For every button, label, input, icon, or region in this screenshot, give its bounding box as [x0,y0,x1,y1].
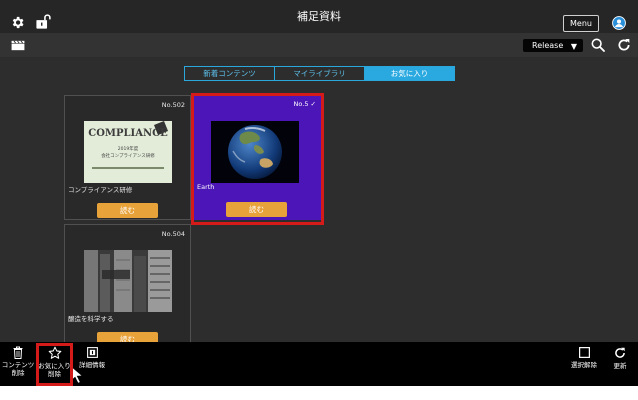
thumb-line-2: 会社コンプライアンス研修 [101,154,155,159]
top-bar: 補足資料 Menu [0,0,638,33]
deselect-label: 選択解除 [571,361,597,369]
clapperboard-icon[interactable] [11,40,25,51]
tab-new-contents[interactable]: 新着コンテンツ [185,67,275,80]
earth-image [211,121,299,183]
delete-content-button[interactable]: コンテンツ削除 [1,346,35,377]
remove-favorite-button[interactable]: お気に入り削除 [37,346,72,378]
read-button[interactable]: 読む [226,202,287,217]
star-icon [48,346,61,359]
bottom-toolbar: コンテンツ削除 お気に入り削除 詳細情報 選択解除 更新 [0,342,638,386]
tab-my-library[interactable]: マイライブラリ [275,67,365,80]
sub-bar: Release ▼ [0,33,638,57]
card-number: No.5 ✓ [293,100,316,108]
release-select[interactable]: Release ▼ [523,39,583,52]
deselect-button[interactable]: 選択解除 [566,346,602,369]
info-book-icon [86,347,98,358]
card-thumbnail-earth [211,121,299,183]
refresh-icon [615,347,625,358]
card-number: No.504 [161,230,185,238]
content-card-504[interactable]: No.504 醸造を科学する 読む [64,224,191,342]
search-icon[interactable] [590,37,606,53]
card-thumbnail-compliance: COMPLIANCE 2019年度 会社コンプライアンス研修 [84,121,172,183]
trash-icon [13,346,23,359]
brewing-cover-image [84,250,172,312]
card-caption: Earth [197,183,215,191]
content-card-5[interactable]: No.5 ✓ Earth 読む [194,95,321,220]
release-select-value: Release [532,41,564,50]
card-number: No.502 [161,101,185,109]
page-title: 補足資料 [297,10,341,23]
content-card-502[interactable]: No.502 COMPLIANCE 2019年度 会社コンプライアンス研修 コン… [64,95,191,220]
tab-favorites[interactable]: お気に入り [365,67,454,80]
delete-content-label: コンテンツ削除 [1,361,35,377]
mouse-cursor-icon [70,365,84,385]
read-button[interactable]: 読む [97,332,158,342]
refresh-button[interactable]: 更新 [604,346,636,370]
remove-favorite-label: お気に入り削除 [38,362,71,378]
caret-down-icon: ▼ [570,42,577,51]
thumb-title: COMPLIANCE [88,128,168,139]
bottom-strip [0,386,638,400]
checkbox-empty-icon [578,347,590,358]
thumb-line-1: 2019年度 [117,147,139,152]
menu-button[interactable]: Menu [563,15,599,32]
tab-bar: 新着コンテンツ マイライブラリ お気に入り [184,66,455,81]
content-area: 新着コンテンツ マイライブラリ お気に入り No.502 COMPLIANCE … [0,57,638,342]
refresh-icon[interactable] [616,37,632,53]
card-caption: 醸造を科学する [68,315,114,323]
card-caption: コンプライアンス研修 [68,186,133,194]
read-button[interactable]: 読む [97,203,158,218]
refresh-label: 更新 [613,362,627,370]
card-thumbnail-brewing [84,250,172,312]
check-icon: ✓ [310,100,316,108]
user-icon[interactable] [612,16,626,30]
